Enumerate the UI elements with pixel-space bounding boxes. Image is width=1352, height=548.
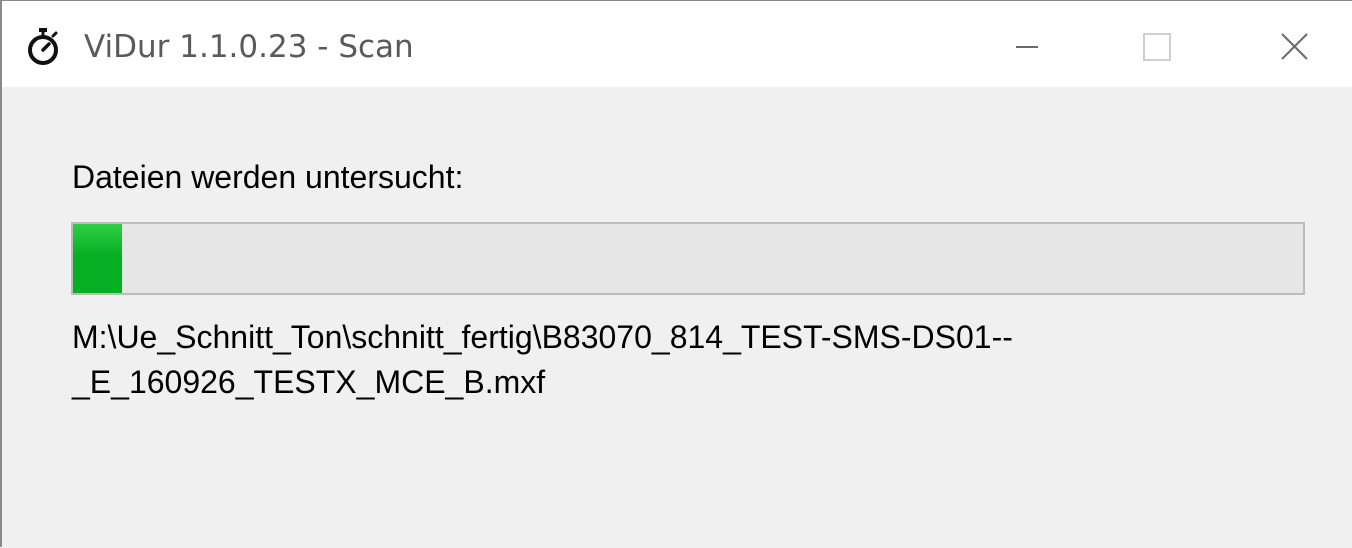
file-path-line-1: M:\Ue_Schnitt_Ton\schnitt_fertig\B83070_… (72, 319, 1013, 355)
status-label: Dateien werden untersucht: (72, 159, 464, 195)
file-path-line-2: _E_160926_TESTX_MCE_B.mxf (72, 364, 546, 400)
stopwatch-icon (26, 27, 60, 67)
scan-window: ViDur 1.1.0.23 - Scan Dateien werden unt… (0, 0, 1352, 548)
scan-progress-bar (71, 222, 1305, 295)
close-button[interactable] (1246, 1, 1338, 87)
current-file-path: M:\Ue_Schnitt_Ton\schnitt_fertig\B83070_… (72, 315, 1292, 405)
scan-content: Dateien werden untersucht: M:\Ue_Schnitt… (2, 87, 1352, 548)
maximize-button[interactable] (1112, 1, 1204, 87)
title-bar[interactable]: ViDur 1.1.0.23 - Scan (2, 1, 1352, 87)
window-title: ViDur 1.1.0.23 - Scan (84, 29, 414, 65)
progress-fill (73, 224, 123, 293)
minimize-button[interactable] (980, 1, 1072, 87)
